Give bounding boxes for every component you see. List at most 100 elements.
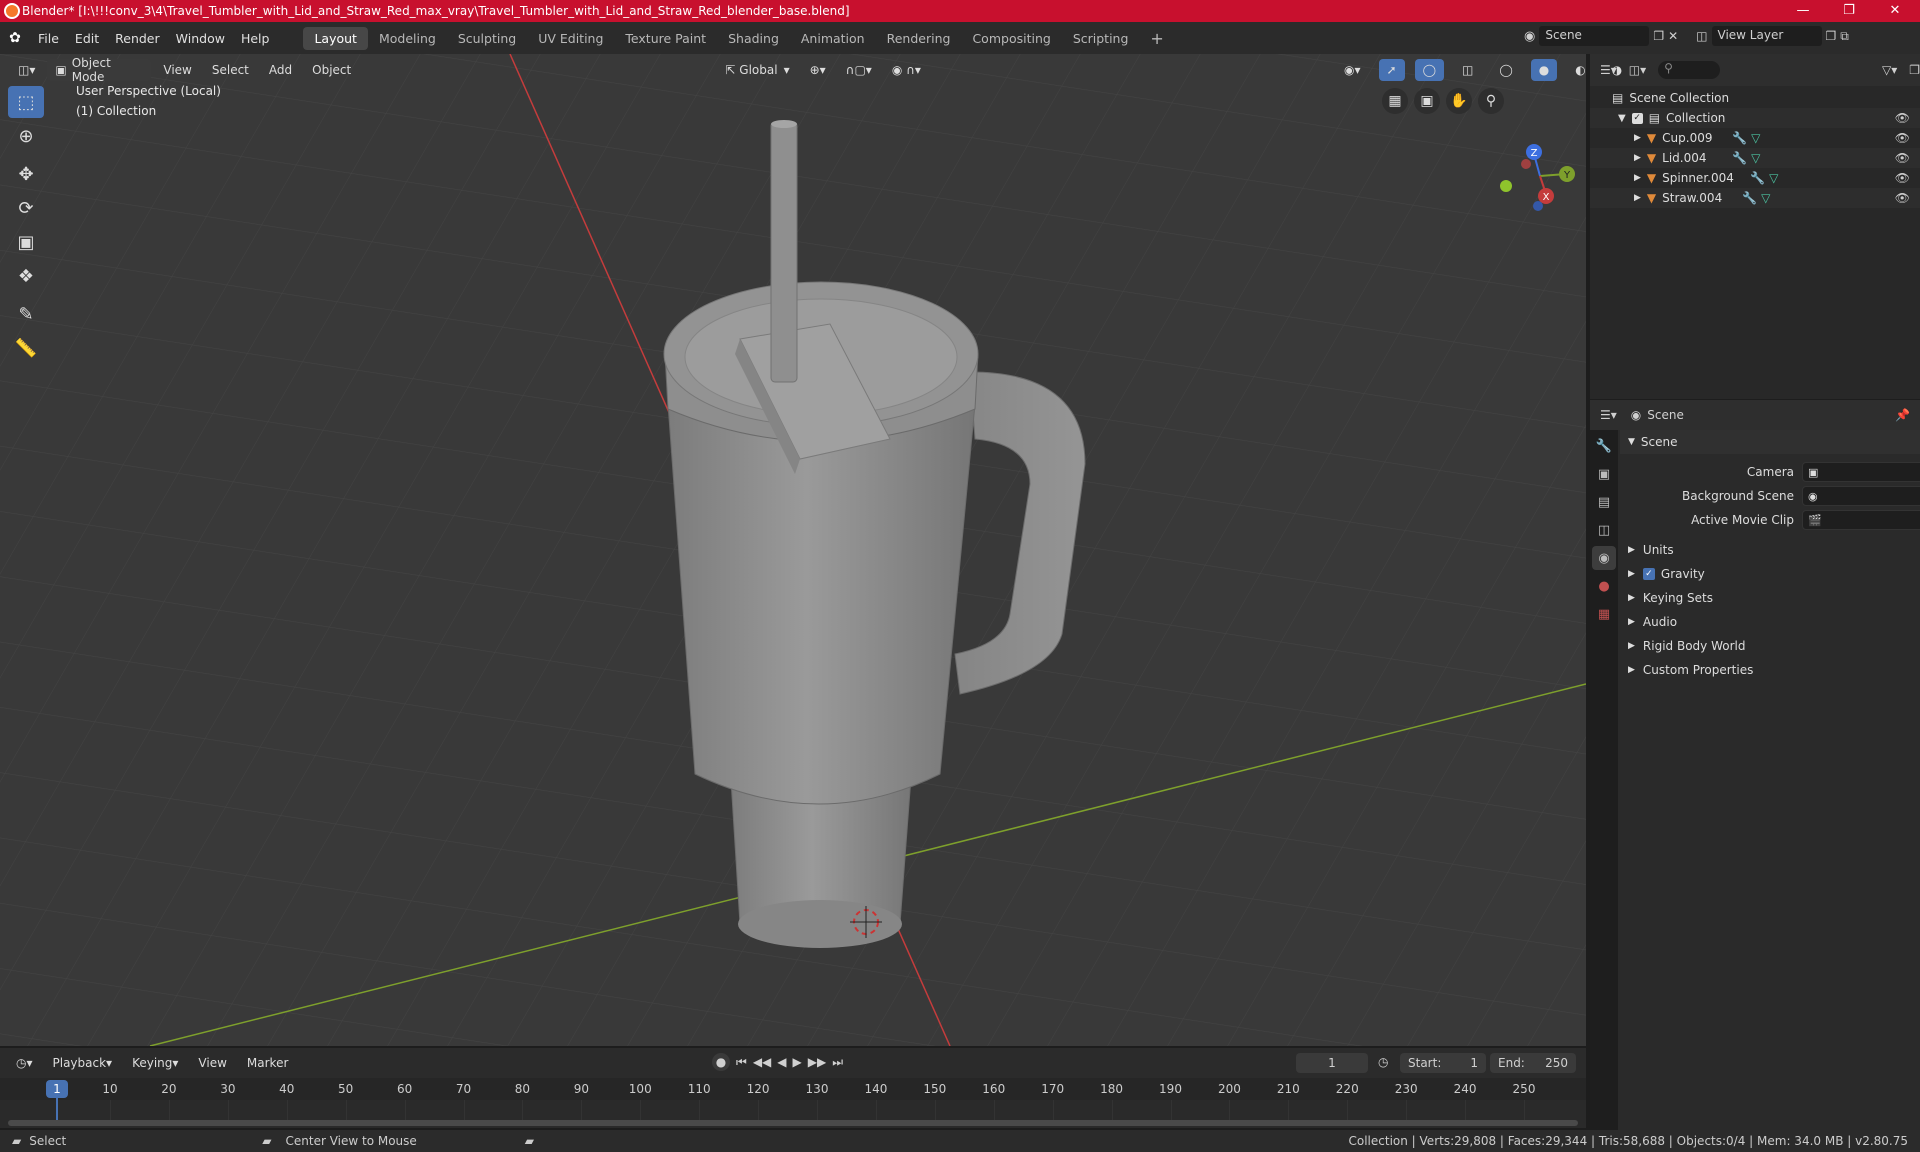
menu-file[interactable]: File (30, 31, 67, 46)
texture-tab-icon[interactable]: ▦ (1592, 602, 1616, 626)
rendered-shading-icon[interactable]: ◑ (1604, 59, 1630, 81)
mode-selector[interactable]: ▣ Object Mode (47, 56, 152, 84)
straw[interactable] (770, 121, 798, 383)
end-frame-field[interactable]: End: 250 (1490, 1053, 1576, 1073)
view-layer-selector[interactable]: View Layer (1711, 26, 1822, 46)
expand-arrow-icon[interactable]: ▶ (1634, 133, 1641, 143)
scale-icon[interactable]: ▣ (8, 226, 44, 258)
timeline-editor-icon[interactable]: ◷▾ (8, 1052, 41, 1074)
menu-playback[interactable]: Playback ▾ (45, 1052, 121, 1074)
gravity-checkbox[interactable]: ✓ (1642, 568, 1655, 580)
cursor-icon[interactable]: ⊕ (8, 120, 44, 152)
menu-view[interactable]: View (155, 59, 199, 81)
filter-icon[interactable]: ▽▾ (1882, 63, 1897, 77)
menu-add[interactable]: Add (261, 59, 300, 81)
menu-marker[interactable]: Marker (239, 1052, 296, 1074)
overlay-toggle-icon[interactable]: ◯ (1414, 59, 1444, 81)
outliner-row-cup[interactable]: ▶ ▼ Cup.009 🔧 ▽ 👁 (1590, 128, 1920, 148)
menu-render[interactable]: Render (107, 31, 168, 46)
rotate-icon[interactable]: ⟳ (8, 192, 44, 224)
minimize-icon[interactable]: — (1780, 0, 1826, 22)
select-box-icon[interactable]: ⬚ (8, 86, 44, 118)
expand-arrow-icon[interactable]: ▶ (1634, 153, 1641, 163)
solid-shading-icon[interactable]: ● (1530, 59, 1558, 81)
menu-help[interactable]: Help (233, 31, 278, 46)
record-icon[interactable]: ● (712, 1053, 730, 1071)
eye-icon[interactable]: 👁 (1895, 111, 1910, 125)
measure-icon[interactable]: 📏 (8, 332, 44, 364)
menu-timeline-view[interactable]: View (190, 1052, 234, 1074)
tab-shading[interactable]: Shading (717, 27, 790, 50)
scene-tab-icon[interactable]: ◉ (1592, 546, 1616, 570)
xray-icon[interactable]: ◫ (1454, 59, 1481, 81)
checkbox-icon[interactable]: ✓ (1631, 112, 1643, 124)
audio-panel[interactable]: ▶ Audio (1620, 610, 1920, 634)
tab-sculpting[interactable]: Sculpting (447, 27, 527, 50)
outliner-row-scene-collection[interactable]: ▤ Scene Collection (1590, 88, 1920, 108)
render-tab-icon[interactable]: ▣ (1592, 462, 1616, 486)
outliner-search-input[interactable]: ⚲ (1658, 61, 1720, 79)
menu-object[interactable]: Object (304, 59, 359, 81)
tab-layout[interactable]: Layout (303, 26, 368, 50)
view-layer-tab-icon[interactable]: ◫ (1592, 518, 1616, 542)
snap-icon[interactable]: ∩▢▾ (838, 59, 880, 81)
tab-modeling[interactable]: Modeling (368, 27, 447, 50)
rigid-body-world-panel[interactable]: ▶ Rigid Body World (1620, 634, 1920, 658)
tab-uv-editing[interactable]: UV Editing (527, 27, 614, 50)
annotate-icon[interactable]: ✎ (8, 298, 44, 330)
tab-rendering[interactable]: Rendering (876, 27, 962, 50)
timeline[interactable]: 10 20 30 40 50 60 70 80 90 100 110 120 130 140 150 160 1… (0, 1078, 1586, 1128)
prev-keyframe-icon[interactable]: ◀◀ (753, 1055, 771, 1069)
tab-compositing[interactable]: Compositing (961, 27, 1061, 50)
outliner-row-straw[interactable]: ▶ ▼ Straw.004 🔧 ▽ 👁 (1590, 188, 1920, 208)
jump-start-icon[interactable]: ⏮ (736, 1055, 747, 1070)
play-icon[interactable]: ▶ (793, 1055, 802, 1069)
blender-menu-icon[interactable]: ✿ (0, 30, 30, 46)
eye-icon[interactable]: 👁 (1895, 131, 1910, 145)
menu-select[interactable]: Select (204, 59, 257, 81)
eye-icon[interactable]: 👁 (1895, 151, 1910, 165)
camera-view-icon[interactable]: ▣ (1414, 88, 1440, 114)
menu-window[interactable]: Window (168, 31, 233, 46)
scene-selector[interactable]: Scene (1539, 26, 1650, 46)
3d-viewport[interactable]: Z Y X User Perspective (Local) (1) Colle… (0, 54, 1586, 1046)
zoom-icon[interactable]: ⚲ (1478, 88, 1504, 114)
eye-icon[interactable]: 👁 (1895, 191, 1910, 205)
expand-arrow-icon[interactable]: ▶ (1634, 193, 1641, 203)
new-collection-icon[interactable]: ❐ (1909, 63, 1920, 77)
transform-icon[interactable]: ❖ (8, 260, 44, 292)
eye-icon[interactable]: 👁 (1895, 171, 1910, 185)
new-scene-icon[interactable]: ❐ (1653, 29, 1664, 43)
wireframe-shading-icon[interactable]: ◯ (1491, 59, 1520, 81)
pin-icon[interactable]: 📌 (1895, 408, 1910, 422)
menu-edit[interactable]: Edit (67, 31, 107, 46)
playhead[interactable]: 1 (46, 1080, 68, 1098)
delete-scene-icon[interactable]: ✕ (1668, 29, 1678, 43)
timeline-scrollbar[interactable] (8, 1120, 1578, 1126)
properties-editor-icon[interactable]: ☰▾ (1600, 408, 1617, 422)
start-frame-field[interactable]: Start: 1 (1400, 1053, 1486, 1073)
current-frame-field[interactable]: 1 (1296, 1053, 1368, 1073)
next-keyframe-icon[interactable]: ▶▶ (808, 1055, 826, 1069)
close-icon[interactable]: ✕ (1872, 0, 1918, 22)
visibility-icon[interactable]: ◉▾ (1336, 59, 1369, 81)
expand-arrow-icon[interactable]: ▶ (1634, 173, 1641, 183)
units-panel[interactable]: ▶ Units (1620, 538, 1920, 562)
move-icon[interactable]: ✥ (8, 158, 44, 190)
transform-orientation-selector[interactable]: ⇱ Global ▾ (717, 59, 797, 81)
view-layer-icon[interactable]: ◫ (1696, 29, 1707, 43)
tab-animation[interactable]: Animation (790, 27, 876, 50)
play-reverse-icon[interactable]: ◀ (777, 1055, 786, 1069)
pan-hand-icon[interactable]: ✋ (1446, 88, 1472, 114)
outliner-row-collection[interactable]: ▼ ✓ ▤ Collection 👁 (1590, 108, 1920, 128)
camera-field[interactable] (1802, 462, 1920, 482)
cup-body[interactable] (667, 403, 976, 805)
outliner-row-lid[interactable]: ▶ ▼ Lid.004 🔧 ▽ 👁 (1590, 148, 1920, 168)
custom-properties-panel[interactable]: ▶ Custom Properties (1620, 658, 1920, 682)
gizmo-toggle-icon[interactable]: ➚ (1378, 59, 1405, 81)
jump-end-icon[interactable]: ⏭ (832, 1055, 843, 1070)
expand-arrow-icon[interactable]: ▼ (1618, 113, 1626, 124)
output-tab-icon[interactable]: ▤ (1592, 490, 1616, 514)
material-shading-icon[interactable]: ◐ (1567, 59, 1593, 81)
add-workspace-button[interactable]: + (1139, 25, 1174, 52)
